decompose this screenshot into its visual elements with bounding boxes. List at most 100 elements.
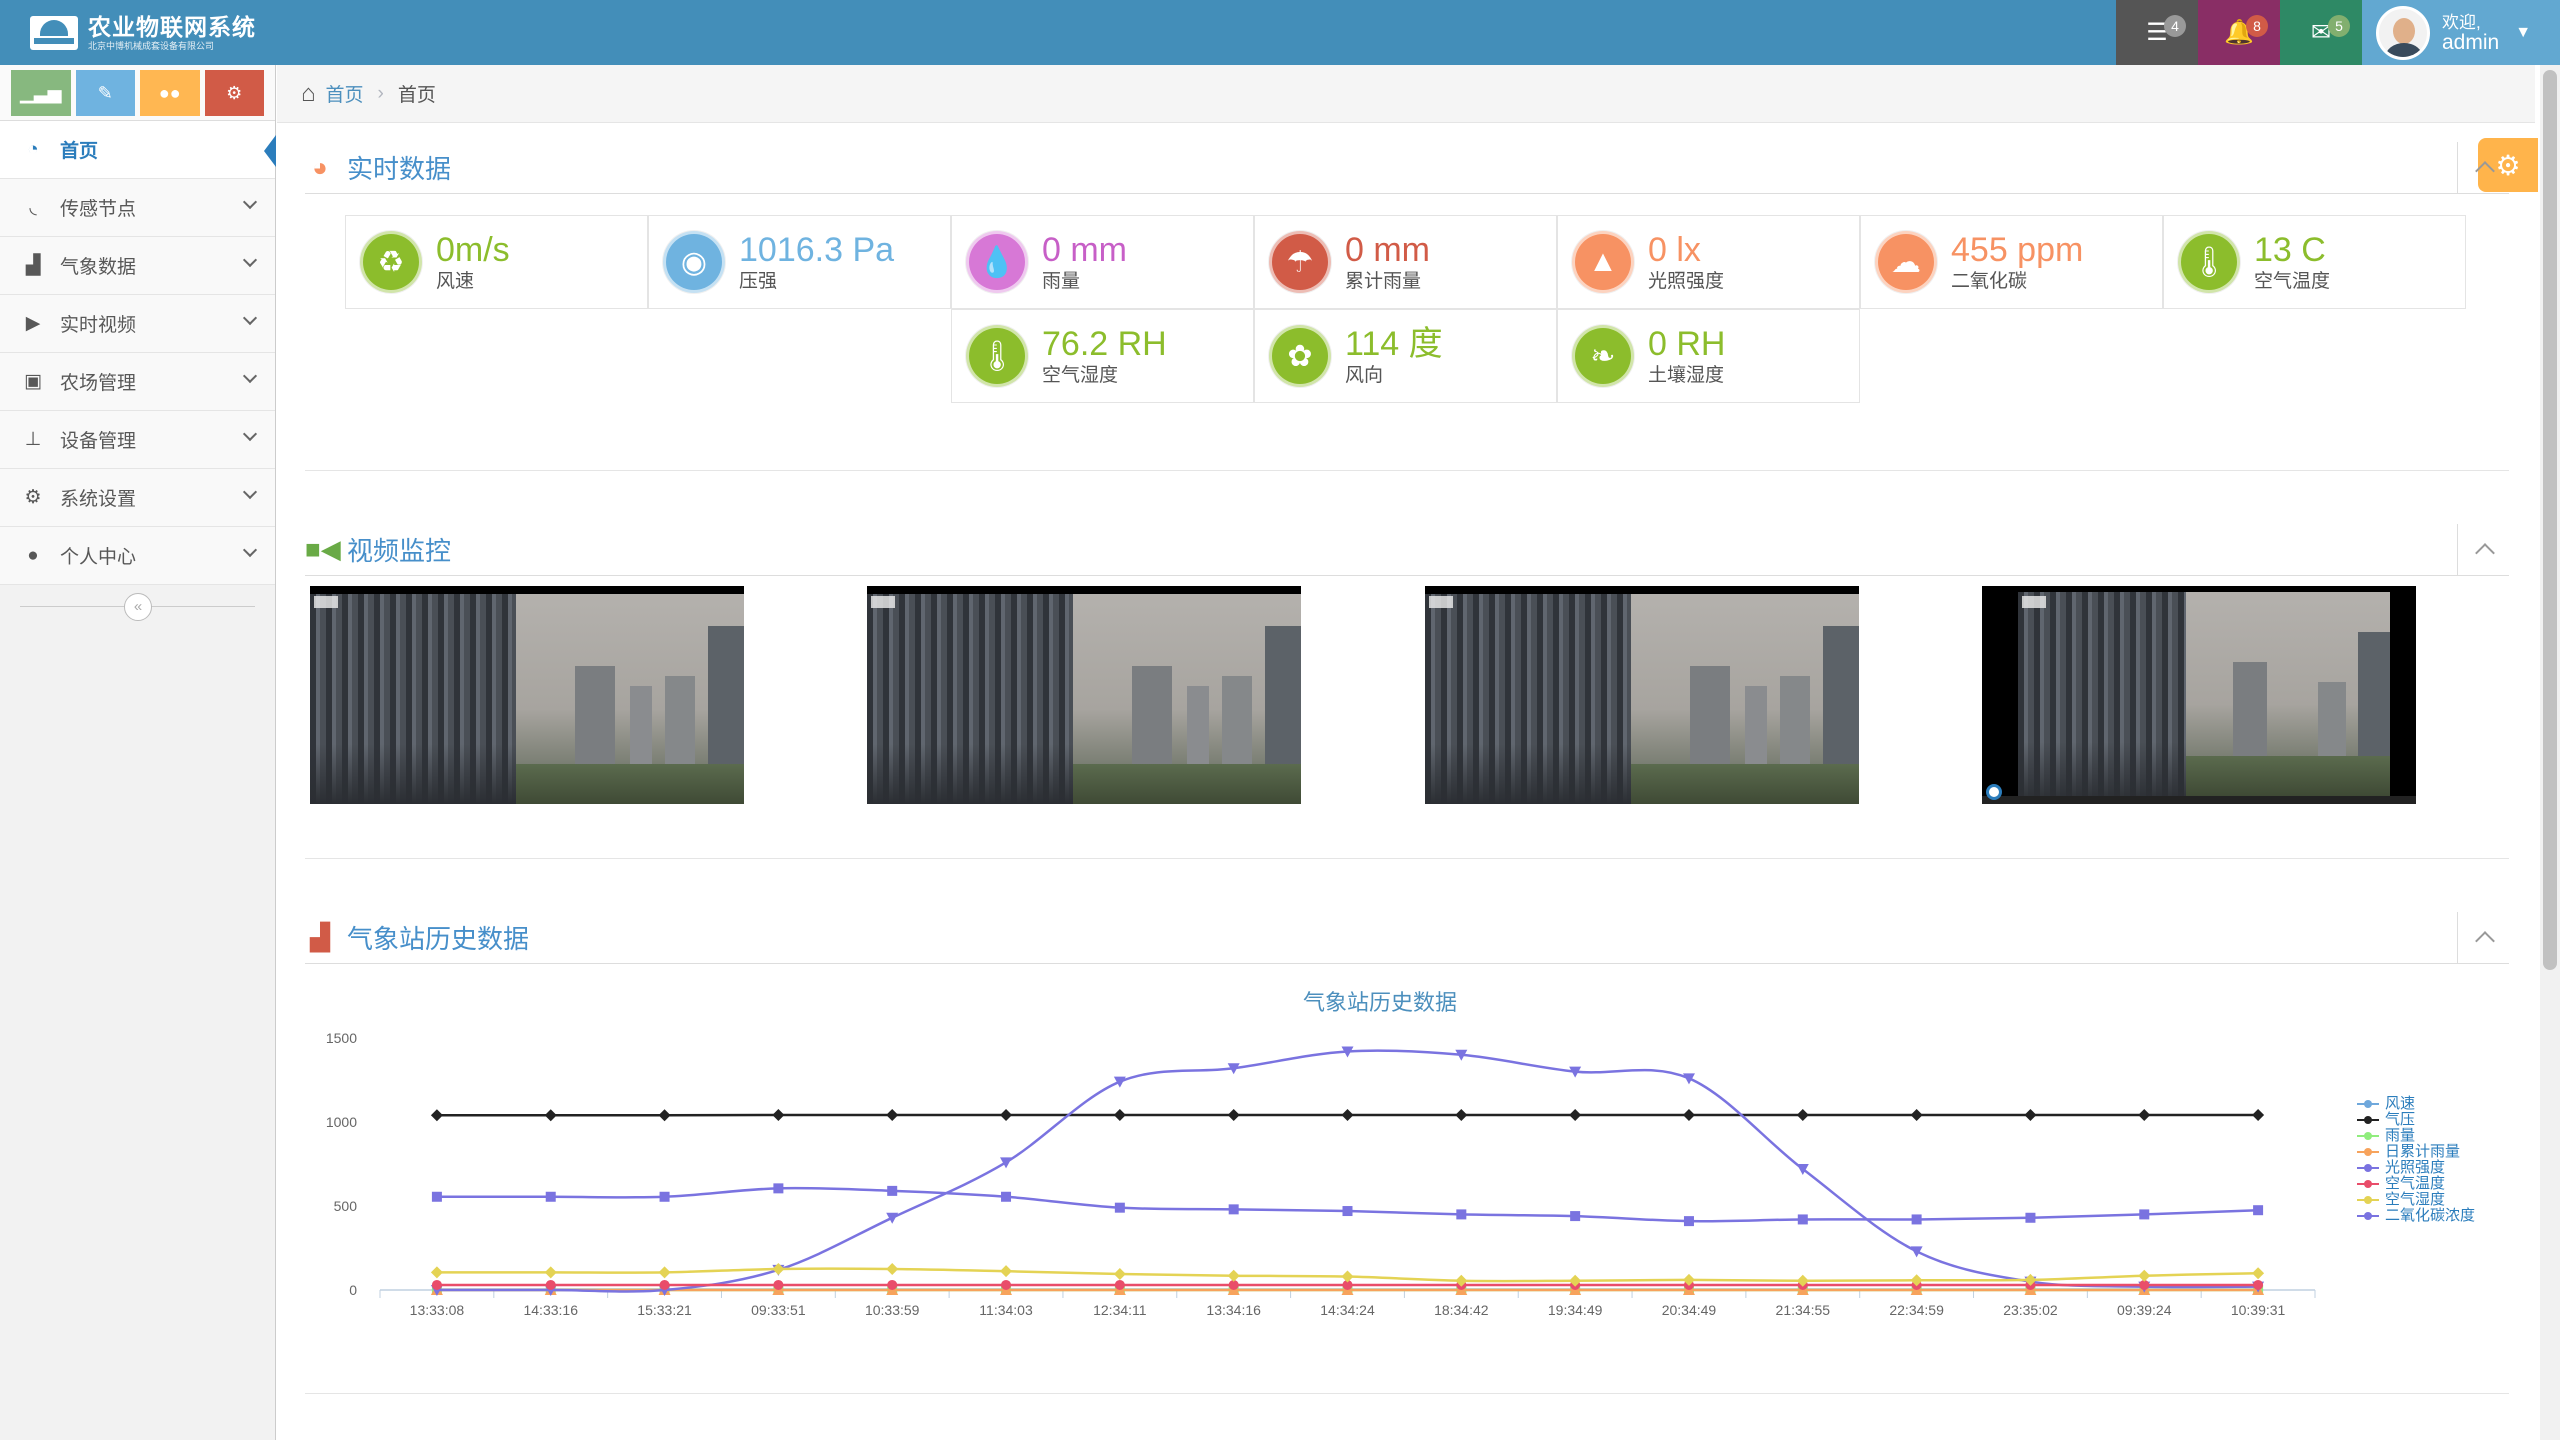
caret-down-icon: ▼	[2515, 23, 2532, 41]
history-collapse-button[interactable]	[2457, 912, 2509, 964]
realtime-card: ❧ 0 RH 土壤湿度	[1557, 309, 1860, 403]
section-divider	[305, 470, 2509, 471]
legend-marker	[2357, 1114, 2379, 1126]
sidebar-item-live-video[interactable]: ▶ 实时视频	[0, 295, 275, 353]
legend-label: 日累计雨量	[2385, 1143, 2461, 1160]
chart-title: 气象站历史数据	[1302, 990, 1457, 1015]
users-icon: ●●	[158, 82, 181, 103]
history-widget-title: 气象站历史数据	[347, 924, 530, 954]
breadcrumb-home-link[interactable]: 首页	[326, 80, 364, 107]
realtime-card-value: 114 度	[1345, 325, 1443, 363]
realtime-card-value: 0 mm	[1042, 231, 1127, 269]
realtime-card-value: 455 ppm	[1951, 231, 2084, 269]
chevron-up-icon	[2475, 931, 2495, 951]
notifications-button[interactable]: 🔔 8	[2198, 0, 2280, 65]
thermometer-icon: 🌡	[966, 325, 1028, 387]
sidebar: ▁▃▅ ✎ ●● ⚙ ◔ 首页 ◟ 传感节点 ▟ 气象数据 ▶ 实时视频 ▣ 农…	[0, 65, 276, 1440]
user-icon: ●	[27, 544, 39, 566]
area-chart-icon: ▟	[25, 255, 41, 276]
cog-icon: ⚙	[24, 487, 42, 508]
video-player-1[interactable]	[310, 586, 744, 804]
legend-item[interactable]: 空气湿度	[2357, 1192, 2475, 1208]
sidebar-item-weather-data[interactable]: ▟ 气象数据	[0, 237, 275, 295]
legend-item[interactable]: 二氧化碳浓度	[2357, 1208, 2475, 1224]
shortcut-pencil-button[interactable]: ✎	[75, 70, 135, 116]
realtime-card-value: 0 RH	[1648, 325, 1726, 363]
realtime-card-label: 风向	[1345, 365, 1384, 386]
section-divider	[305, 858, 2509, 859]
brand-logo-icon	[30, 16, 78, 50]
chevron-down-icon	[242, 252, 258, 268]
realtime-widget-header: ◕ 实时数据	[305, 142, 2509, 194]
messages-button[interactable]: ✉ 5	[2280, 0, 2362, 65]
legend-marker	[2357, 1194, 2379, 1206]
legend-marker	[2357, 1146, 2379, 1158]
user-menu[interactable]: 欢迎, admin ▼	[2362, 0, 2560, 65]
realtime-card-label: 二氧化碳	[1951, 271, 2028, 292]
recycle-icon: ♻	[360, 231, 422, 293]
sidebar-item-device-management[interactable]: ⊥ 设备管理	[0, 411, 275, 469]
realtime-card-value: 0m/s	[436, 231, 510, 269]
video-widget-title: 视频监控	[347, 536, 452, 566]
brand-title: 农业物联网系统	[88, 14, 256, 40]
shortcut-users-button[interactable]: ●●	[140, 70, 200, 116]
realtime-card-label: 土壤湿度	[1648, 365, 1725, 386]
history-widget-header: ▟ 气象站历史数据	[305, 912, 2509, 964]
brand-subtitle: 北京中博机械成套设备有限公司	[88, 41, 215, 51]
legend-item[interactable]: 日累计雨量	[2357, 1144, 2475, 1160]
double-angle-left-icon: «	[133, 598, 143, 615]
sidebar-item-system-settings[interactable]: ⚙ 系统设置	[0, 469, 275, 527]
tasks-button[interactable]: ☰ 4	[2116, 0, 2198, 65]
realtime-cards: ♻ 0m/s 风速 ◉ 1016.3 Pa 压强 💧 0 mm 雨量 ☂ 0 mm 累计雨量 ▲ 0 lx…	[345, 215, 2467, 403]
chevron-down-icon	[242, 542, 258, 558]
shortcut-cogs-button[interactable]: ⚙	[204, 70, 264, 116]
tachometer-icon: ◕	[312, 152, 328, 182]
legend-label: 光照强度	[2385, 1159, 2446, 1176]
chevron-down-icon	[242, 194, 258, 210]
realtime-collapse-button[interactable]	[2457, 142, 2509, 194]
realtime-card-value: 13 C	[2254, 231, 2326, 269]
realtime-card-label: 光照强度	[1648, 271, 1725, 292]
sidebar-item-label: 设备管理	[60, 431, 137, 452]
sidebar-item-farm-management[interactable]: ▣ 农场管理	[0, 353, 275, 411]
sidebar-item-label: 首页	[60, 141, 99, 162]
sidebar-collapse-bar: «	[0, 585, 275, 627]
sidebar-item-label: 系统设置	[60, 489, 137, 510]
tint-icon: 💧	[966, 231, 1028, 293]
breadcrumb-current: 首页	[397, 85, 436, 106]
shortcut-signal-button[interactable]: ▁▃▅	[11, 70, 71, 116]
realtime-card: 🌡 76.2 RH 空气湿度	[951, 309, 1254, 403]
realtime-card: 🌡 13 C 空气温度	[2163, 215, 2466, 309]
chevron-down-icon	[242, 426, 258, 442]
video-collapse-button[interactable]	[2457, 524, 2509, 576]
realtime-card-label: 累计雨量	[1345, 271, 1422, 292]
legend-item[interactable]: 风速	[2357, 1096, 2475, 1112]
breadcrumb: ⌂ 首页 › 首页	[277, 65, 2535, 123]
brand[interactable]: 农业物联网系统 北京中博机械成套设备有限公司	[30, 14, 256, 52]
top-navbar: 农业物联网系统 北京中博机械成套设备有限公司 ☰ 4 🔔 8 ✉ 5 欢迎, a…	[0, 0, 2560, 65]
video-player-3[interactable]	[1425, 586, 1859, 804]
legend-item[interactable]: 光照强度	[2357, 1160, 2475, 1176]
legend-label: 二氧化碳浓度	[2385, 1207, 2476, 1224]
chevron-down-icon	[242, 368, 258, 384]
username: admin	[2442, 30, 2500, 54]
legend-marker	[2357, 1098, 2379, 1110]
realtime-card-label: 空气湿度	[1042, 365, 1119, 386]
legend-marker	[2357, 1178, 2379, 1190]
avatar	[2376, 5, 2430, 60]
video-player-2[interactable]	[867, 586, 1301, 804]
legend-item[interactable]: 雨量	[2357, 1128, 2475, 1144]
realtime-card-label: 风速	[436, 271, 475, 292]
legend-item[interactable]: 气压	[2357, 1112, 2475, 1128]
legend-item[interactable]: 空气温度	[2357, 1176, 2475, 1192]
umbrella-icon: ☂	[1269, 231, 1331, 293]
play-icon[interactable]	[1986, 784, 2002, 800]
video-player-4[interactable]	[1982, 586, 2416, 804]
realtime-card: ☁ 455 ppm 二氧化碳	[1860, 215, 2163, 309]
legend-label: 空气湿度	[2385, 1191, 2446, 1208]
sidebar-item-personal-center[interactable]: ● 个人中心	[0, 527, 275, 585]
sidebar-item-sensor-nodes[interactable]: ◟ 传感节点	[0, 179, 275, 237]
sidebar-collapse-button[interactable]: «	[124, 593, 152, 621]
scrollbar-thumb[interactable]	[2543, 70, 2557, 970]
sidebar-item-home[interactable]: ◔ 首页	[0, 121, 276, 179]
